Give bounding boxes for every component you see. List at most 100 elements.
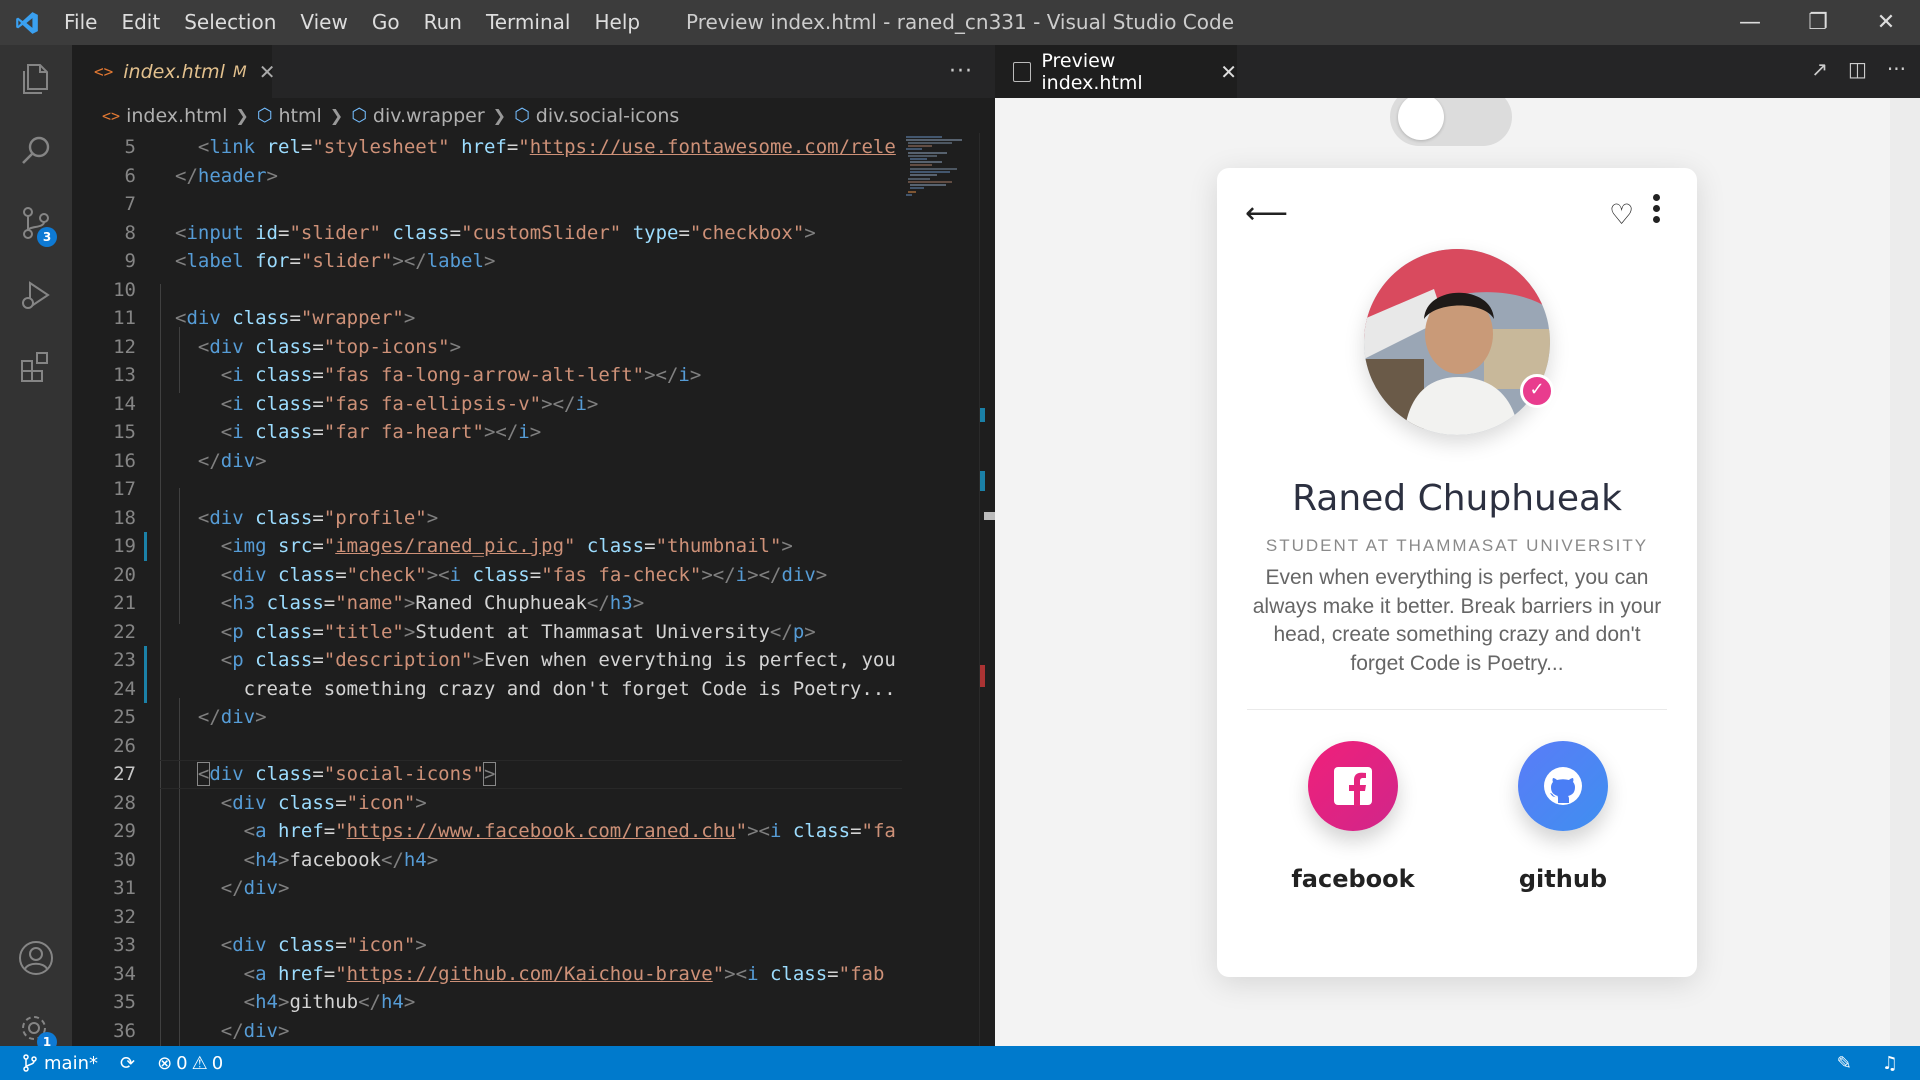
menu-selection[interactable]: Selection [184,0,288,45]
code-text: <label for="slider"></label> [175,250,496,272]
menu-file[interactable]: File [64,0,109,45]
github-button[interactable] [1518,741,1608,831]
code-line[interactable]: 9 <label for="slider"></label> [72,247,902,276]
notifications-bell-icon[interactable]: ♫ [1882,1053,1898,1074]
code-text: <a href="https://github.com/Kaichou-brav… [243,962,885,985]
menu-bar: File Edit Selection View Go Run Terminal… [64,0,664,45]
code-line[interactable]: 31 </div> [72,874,902,903]
code-line[interactable]: 35 <h4>github</h4> [72,988,902,1017]
branch-status[interactable]: main* [22,1053,98,1074]
close-icon[interactable]: ✕ [259,60,276,84]
code-line[interactable]: 27 <div class="social-icons"> [72,760,902,789]
code-line[interactable]: 30 <h4>facebook</h4> [72,846,902,875]
code-line[interactable]: 36 </div> [72,1017,902,1046]
back-arrow-icon[interactable]: ⟵ [1245,196,1288,231]
code-line[interactable]: 12 <div class="top-icons"> [72,333,902,362]
social-facebook[interactable]: facebook [1273,741,1433,893]
facebook-button[interactable] [1308,741,1398,831]
close-icon[interactable]: ✕ [1220,60,1237,84]
code-editor[interactable]: 5 <link rel="stylesheet" href="https://u… [72,133,902,1046]
code-line[interactable]: 11 <div class="wrapper"> [72,304,902,333]
gutter-modified-marker [144,646,147,675]
editor-scrollbar[interactable] [979,133,996,1046]
menu-go[interactable]: Go [372,0,412,45]
line-number: 35 [113,991,136,1013]
theme-toggle-slider[interactable] [1390,98,1512,146]
editor-tab-index-html[interactable]: <> index.html M ✕ [72,45,275,98]
heart-icon[interactable]: ♡ [1609,198,1634,231]
close-window-button[interactable]: ✕ [1852,0,1920,45]
code-line[interactable]: 10 [72,276,902,305]
preview-tab-bar: Preview index.html ✕ ↗ ◫ ··· [995,45,1920,98]
more-actions-icon[interactable]: ··· [1887,57,1906,81]
split-editor-icon[interactable]: ◫ [1848,57,1867,81]
status-bar: main* ⟳ ⊗ 0 ⚠ 0 ✎ ♫ [0,1046,1920,1080]
verified-check-icon: ✓ [1520,374,1554,408]
ellipsis-vertical-icon[interactable] [1653,194,1661,223]
menu-run[interactable]: Run [424,0,474,45]
problems-status[interactable]: ⊗ 0 ⚠ 0 [157,1053,223,1074]
code-line[interactable]: 14 <i class="fas fa-ellipsis-v"></i> [72,390,902,419]
menu-terminal[interactable]: Terminal [486,0,583,45]
code-line[interactable]: 7 [72,190,902,219]
profile-photo [1364,249,1550,435]
preview-body: ⟵ ♡ ✓ Raned Chuphueak STUDENT AT THAMMAS… [995,98,1920,1046]
feedback-icon[interactable]: ✎ [1837,1053,1852,1074]
code-line[interactable]: 16 </div> [72,447,902,476]
breadcrumb-html[interactable]: ⬡ html [257,105,322,127]
preview-icon [1013,61,1032,82]
code-line[interactable]: 17 [72,475,902,504]
code-line[interactable]: 5 <link rel="stylesheet" href="https://u… [72,133,902,162]
code-line[interactable]: 34 <a href="https://github.com/Kaichou-b… [72,960,902,989]
menu-view[interactable]: View [300,0,359,45]
line-number: 20 [113,563,136,586]
code-line[interactable]: 8 <input id="slider" class="customSlider"… [72,219,902,248]
explorer-icon[interactable] [16,59,56,99]
line-number: 23 [113,649,136,671]
html-file-icon: <> [102,106,121,125]
code-line[interactable]: 15 <i class="far fa-heart"></i> [72,418,902,447]
open-source-icon[interactable]: ↗ [1811,57,1828,81]
account-icon[interactable] [16,938,56,978]
line-number: 30 [113,848,136,871]
menu-edit[interactable]: Edit [121,0,172,45]
more-actions-icon[interactable]: ··· [949,59,973,84]
code-line[interactable]: 23 <p class="description">Even when ever… [72,646,902,675]
line-number: 28 [113,791,136,814]
editor-tab-bar: <> index.html M ✕ ··· [72,45,995,98]
code-text: <p class="title">Student at Thammasat Un… [220,620,816,643]
code-line[interactable]: 24 create something crazy and don't forg… [72,674,902,703]
code-line[interactable]: 28 <div class="icon"> [72,789,902,818]
code-line[interactable]: 26 [72,732,902,761]
code-line[interactable]: 13 <i class="fas fa-long-arrow-alt-left"… [72,361,902,390]
breadcrumb: <> index.html ❯ ⬡ html ❯ ⬡ div.wrapper ❯ ⬡ d… [72,98,995,133]
code-text: <i class="far fa-heart"></i> [220,421,542,443]
sync-icon[interactable]: ⟳ [120,1053,135,1074]
code-line[interactable]: 18 <div class="profile"> [72,504,902,533]
code-line[interactable]: 22 <p class="title">Student at Thammasat… [72,618,902,647]
minimap[interactable] [902,133,979,1046]
menu-help[interactable]: Help [594,0,652,45]
code-line[interactable]: 21 <h3 class="name">Raned Chuphueak</h3> [72,589,902,618]
minimize-button[interactable]: — [1716,0,1784,45]
search-icon[interactable] [16,131,56,171]
line-number: 29 [113,820,136,842]
code-line[interactable]: 32 [72,903,902,932]
element-icon: ⬡ [351,105,367,126]
code-line[interactable]: 25 </div> [72,703,902,732]
code-line[interactable]: 29 <a href="https://www.facebook.com/ran… [72,817,902,846]
error-count: 0 [176,1052,188,1074]
social-github[interactable]: github [1483,741,1643,893]
preview-tab[interactable]: Preview index.html ✕ [995,45,1237,98]
code-line[interactable]: 6 </header> [72,162,902,191]
code-line[interactable]: 33 <div class="icon"> [72,931,902,960]
breadcrumb-file[interactable]: <> index.html [102,105,227,127]
code-line[interactable]: 19 <img src="images/raned_pic.jpg" class… [72,532,902,561]
breadcrumb-div-wrapper[interactable]: ⬡ div.wrapper [351,105,484,127]
code-text: <div class="icon"> [220,934,427,956]
extensions-icon[interactable] [16,347,56,387]
code-line[interactable]: 20 <div class="check"><i class="fas fa-c… [72,561,902,590]
run-debug-icon[interactable] [16,275,56,315]
restore-button[interactable]: ❐ [1784,0,1852,45]
breadcrumb-div-social-icons[interactable]: ⬡ div.social-icons [514,105,679,127]
